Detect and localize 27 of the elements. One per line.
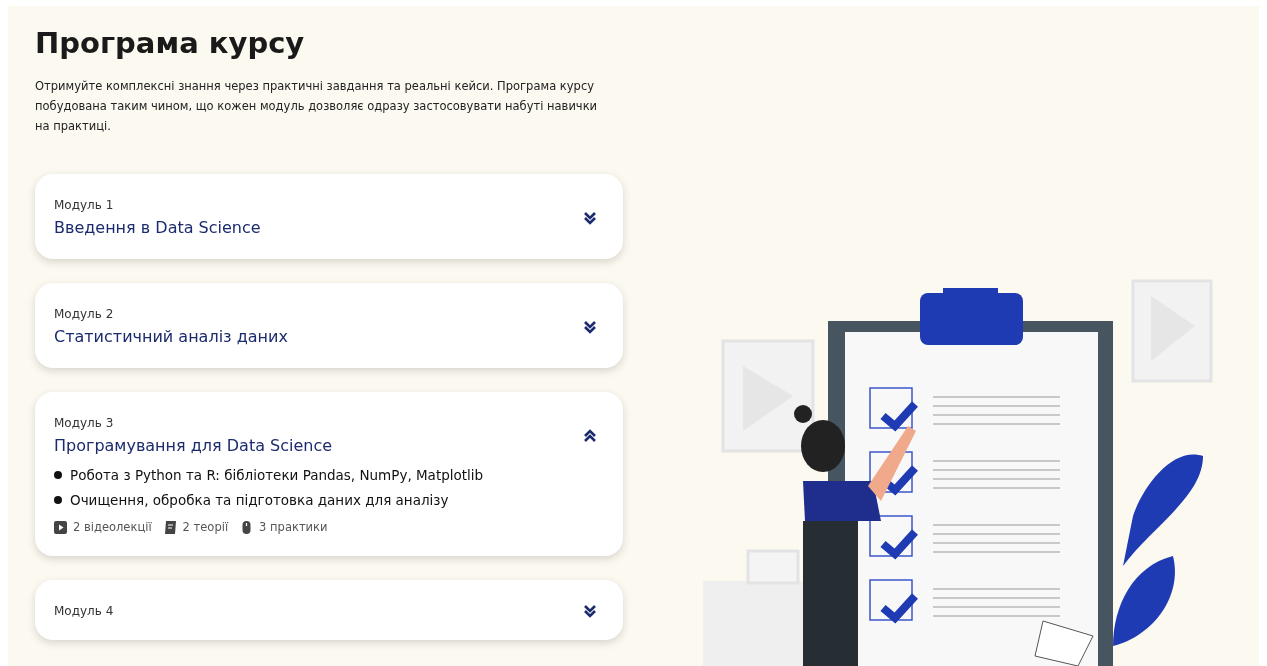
module-card[interactable]: Модуль 3 Програмування для Data Science Робота з Python та R: бібліотеки Pandas, NumPy, Matplotlib Очищення, обробка та підготовка даних для аналізу 2 відеолекції 2 теорії 3 практики — [35, 392, 623, 556]
module-title: Програмування для Data Science — [54, 436, 333, 455]
chevron-down-icon[interactable] — [583, 319, 597, 334]
chevron-down-icon[interactable] — [583, 210, 597, 225]
chevron-down-icon[interactable] — [583, 604, 597, 618]
module-card[interactable]: Модуль 1 Введення в Data Science — [35, 174, 623, 259]
bullet-icon — [54, 471, 62, 479]
stat-text: 2 відеолекції — [73, 520, 152, 534]
page-heading: Програма курсу — [35, 26, 306, 60]
bullet-icon — [54, 496, 62, 504]
mouse-icon — [240, 520, 254, 534]
module-label: Модуль 2 — [54, 307, 115, 321]
chevron-up-icon[interactable] — [583, 428, 597, 443]
module-label: Модуль 3 — [54, 416, 115, 430]
module-card[interactable]: Модуль 4 — [35, 580, 623, 640]
topic-text: Робота з Python та R: бібліотеки Pandas, NumPy, Matplotlib — [70, 467, 484, 483]
module-label: Модуль 4 — [54, 604, 114, 618]
topic-text: Очищення, обробка та підготовка даних для аналізу — [70, 492, 449, 508]
document-icon — [163, 520, 177, 534]
module-title: Статистичний аналіз даних — [54, 327, 288, 346]
intro-paragraph: Отримуйте комплексні знання через практичні завдання та реальні кейси. Програма курсу побудована таким чином, що кожен модуль дозволяє одразу застосовувати набуті навички на практиці. — [35, 78, 599, 135]
play-icon — [54, 520, 67, 534]
module-title: Введення в Data Science — [54, 218, 261, 237]
stat-text: 2 теорії — [182, 520, 229, 534]
module-label: Модуль 1 — [54, 198, 115, 212]
stat-text: 3 практики — [259, 520, 328, 534]
module-card[interactable]: Модуль 2 Статистичний аналіз даних — [35, 283, 623, 368]
